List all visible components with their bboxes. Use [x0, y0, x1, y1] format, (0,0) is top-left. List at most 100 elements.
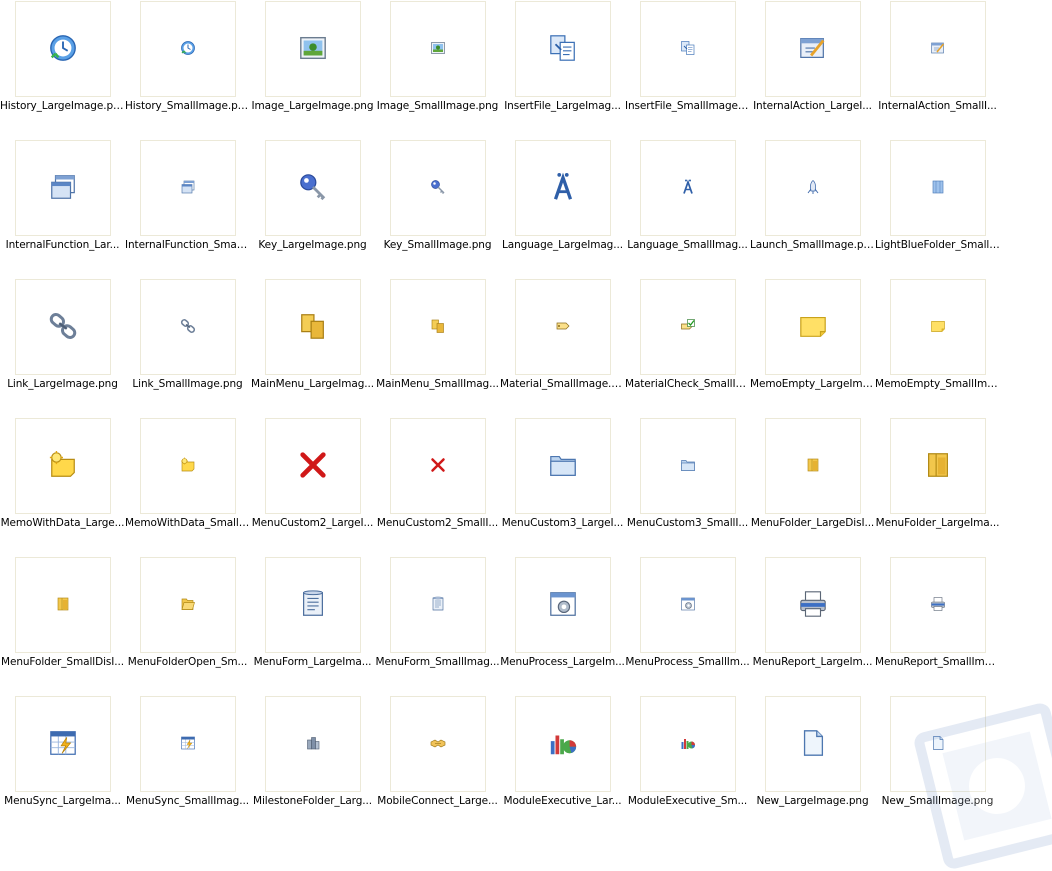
file-thumbnail[interactable]: History_LargeImage.png [0, 0, 125, 139]
thumbnail-frame[interactable] [890, 557, 986, 653]
thumbnail-frame[interactable] [265, 140, 361, 236]
file-name-label[interactable]: MenuSync_LargeIma... [0, 795, 125, 807]
file-name-label[interactable]: MemoWithData_Large... [0, 517, 125, 529]
file-thumbnail[interactable]: MenuCustom2_SmallI... [375, 417, 500, 556]
thumbnail-frame[interactable] [515, 140, 611, 236]
file-thumbnail[interactable]: InternalFunction_Lar... [0, 139, 125, 278]
file-name-label[interactable]: MainMenu_SmallImag... [375, 378, 500, 390]
file-thumbnail[interactable]: MemoWithData_Large... [0, 417, 125, 556]
file-name-label[interactable]: MemoEmpty_SmallIma... [875, 378, 1000, 390]
file-thumbnail[interactable]: InsertFile_LargeImag... [500, 0, 625, 139]
file-name-label[interactable]: MenuFolder_LargeDisI... [750, 517, 875, 529]
file-name-label[interactable]: InternalAction_LargeI... [750, 100, 875, 112]
file-name-label[interactable]: Image_SmallImage.png [375, 100, 500, 112]
file-name-label[interactable]: LightBlueFolder_SmallI... [875, 239, 1000, 251]
thumbnail-frame[interactable] [140, 557, 236, 653]
file-name-label[interactable]: Material_SmallImage.png [500, 378, 625, 390]
thumbnail-frame[interactable] [265, 418, 361, 514]
thumbnail-frame[interactable] [140, 1, 236, 97]
thumbnail-frame[interactable] [390, 418, 486, 514]
file-thumbnail[interactable]: LightBlueFolder_SmallI... [875, 139, 1000, 278]
file-thumbnail[interactable]: History_SmallImage.png [125, 0, 250, 139]
file-thumbnail[interactable]: Key_LargeImage.png [250, 139, 375, 278]
thumbnail-frame[interactable] [15, 557, 111, 653]
thumbnail-frame[interactable] [15, 279, 111, 375]
file-name-label[interactable]: MenuReport_SmallIma... [875, 656, 1000, 668]
thumbnail-frame[interactable] [765, 1, 861, 97]
thumbnail-frame[interactable] [765, 557, 861, 653]
file-thumbnail[interactable]: MenuProcess_LargeIm... [500, 556, 625, 695]
file-thumbnail[interactable]: Language_SmallImag... [625, 139, 750, 278]
file-thumbnail[interactable]: MobileConnect_Large... [375, 695, 500, 834]
file-thumbnail[interactable]: MainMenu_LargeImag... [250, 278, 375, 417]
file-thumbnail[interactable]: MenuForm_SmallImag... [375, 556, 500, 695]
file-thumbnail[interactable]: MenuForm_LargeIma... [250, 556, 375, 695]
file-thumbnail[interactable]: MemoWithData_SmallI... [125, 417, 250, 556]
thumbnail-frame[interactable] [140, 140, 236, 236]
thumbnail-frame[interactable] [390, 696, 486, 792]
thumbnail-frame[interactable] [15, 140, 111, 236]
file-thumbnail[interactable]: MaterialCheck_SmallIm... [625, 278, 750, 417]
file-thumbnail[interactable]: Launch_SmallImage.png [750, 139, 875, 278]
file-name-label[interactable]: MenuCustom3_LargeI... [500, 517, 625, 529]
thumbnail-frame[interactable] [640, 279, 736, 375]
file-name-label[interactable]: MenuFolder_LargeIma... [875, 517, 1000, 529]
file-thumbnail[interactable]: Key_SmallImage.png [375, 139, 500, 278]
file-name-label[interactable]: History_SmallImage.png [125, 100, 250, 112]
file-name-label[interactable]: InsertFile_SmallImage.... [625, 100, 750, 112]
file-name-label[interactable]: MilestoneFolder_Larg... [250, 795, 375, 807]
file-thumbnail[interactable]: ModuleExecutive_Sm... [625, 695, 750, 834]
file-thumbnail[interactable]: InternalAction_SmallI... [875, 0, 1000, 139]
file-name-label[interactable]: New_LargeImage.png [750, 795, 875, 807]
thumbnail-frame[interactable] [765, 418, 861, 514]
thumbnail-frame[interactable] [640, 696, 736, 792]
file-name-label[interactable]: Language_LargeImag... [500, 239, 625, 251]
file-name-label[interactable]: InsertFile_LargeImag... [500, 100, 625, 112]
file-thumbnail[interactable]: MenuReport_LargeIm... [750, 556, 875, 695]
file-name-label[interactable]: Key_LargeImage.png [250, 239, 375, 251]
file-name-label[interactable]: Link_SmallImage.png [125, 378, 250, 390]
file-name-label[interactable]: Key_SmallImage.png [375, 239, 500, 251]
file-thumbnail[interactable]: MenuCustom3_SmallI... [625, 417, 750, 556]
file-name-label[interactable]: Image_LargeImage.png [250, 100, 375, 112]
file-thumbnail[interactable]: ModuleExecutive_Lar... [500, 695, 625, 834]
file-thumbnail[interactable]: MemoEmpty_SmallIma... [875, 278, 1000, 417]
file-thumbnail[interactable]: MemoEmpty_LargeIma... [750, 278, 875, 417]
file-name-label[interactable]: MenuFolder_SmallDisI... [0, 656, 125, 668]
thumbnail-frame[interactable] [515, 418, 611, 514]
file-name-label[interactable]: MenuForm_LargeIma... [250, 656, 375, 668]
file-name-label[interactable]: MenuSync_SmallImag... [125, 795, 250, 807]
file-name-label[interactable]: InternalFunction_Lar... [0, 239, 125, 251]
file-name-label[interactable]: InternalFunction_Small... [125, 239, 250, 251]
file-thumbnail[interactable]: Image_LargeImage.png [250, 0, 375, 139]
file-thumbnail[interactable]: New_LargeImage.png [750, 695, 875, 834]
thumbnail-frame[interactable] [640, 1, 736, 97]
thumbnail-frame[interactable] [390, 279, 486, 375]
file-thumbnail[interactable]: MenuSync_SmallImag... [125, 695, 250, 834]
file-name-label[interactable]: ModuleExecutive_Lar... [500, 795, 625, 807]
file-name-label[interactable]: MemoWithData_SmallI... [125, 517, 250, 529]
thumbnail-frame[interactable] [390, 557, 486, 653]
thumbnail-frame[interactable] [890, 1, 986, 97]
file-name-label[interactable]: MaterialCheck_SmallIm... [625, 378, 750, 390]
file-thumbnail[interactable]: MenuFolder_LargeDisI... [750, 417, 875, 556]
thumbnail-frame[interactable] [265, 279, 361, 375]
thumbnail-frame[interactable] [265, 1, 361, 97]
thumbnail-frame[interactable] [515, 557, 611, 653]
file-thumbnail[interactable]: Material_SmallImage.png [500, 278, 625, 417]
thumbnail-frame[interactable] [515, 696, 611, 792]
file-thumbnail[interactable]: Link_LargeImage.png [0, 278, 125, 417]
file-name-label[interactable]: History_LargeImage.png [0, 100, 125, 112]
file-thumbnail[interactable]: MainMenu_SmallImag... [375, 278, 500, 417]
thumbnail-frame[interactable] [140, 279, 236, 375]
file-name-label[interactable]: MobileConnect_Large... [375, 795, 500, 807]
thumbnail-frame[interactable] [890, 140, 986, 236]
thumbnail-frame[interactable] [15, 696, 111, 792]
file-thumbnail[interactable]: MenuFolder_SmallDisI... [0, 556, 125, 695]
thumbnail-frame[interactable] [515, 1, 611, 97]
file-name-label[interactable]: MenuProcess_LargeIm... [500, 656, 625, 668]
thumbnail-frame[interactable] [390, 140, 486, 236]
thumbnail-frame[interactable] [515, 279, 611, 375]
thumbnail-frame[interactable] [640, 418, 736, 514]
thumbnail-frame[interactable] [765, 140, 861, 236]
